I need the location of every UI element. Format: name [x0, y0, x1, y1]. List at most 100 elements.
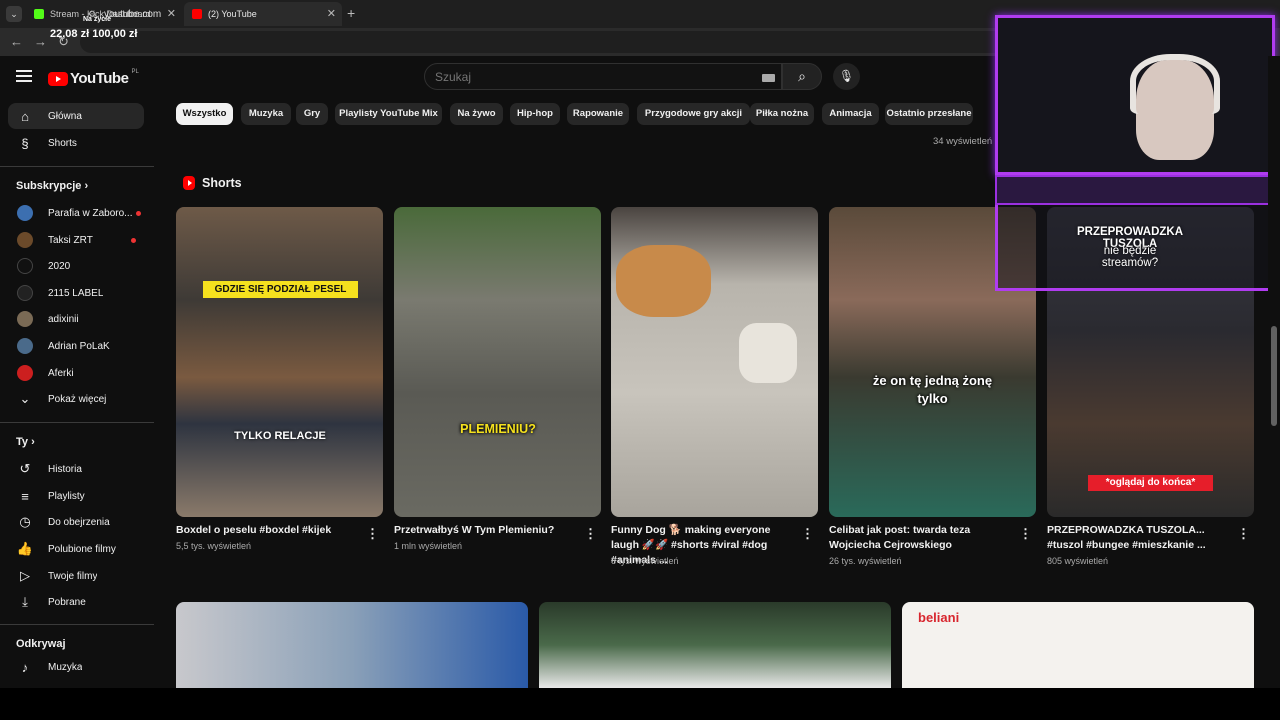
- more-options-icon[interactable]: ⋮: [366, 526, 379, 542]
- sidebar-item-music[interactable]: ♪ Muzyka: [8, 654, 144, 680]
- search-button[interactable]: ⌕: [782, 63, 822, 90]
- chip-recent[interactable]: Ostatnio przesłane: [885, 103, 973, 125]
- chip-hiphop[interactable]: Hip-hop: [510, 103, 560, 125]
- tab-list-menu-button[interactable]: ⌄: [6, 6, 22, 22]
- short-views: 6 tys. wyświetleń: [611, 556, 679, 566]
- home-icon: ⌂: [21, 108, 29, 124]
- back-arrow-icon[interactable]: ←: [10, 34, 23, 49]
- sidebar-item-your-videos[interactable]: ▷ Twoje filmy: [8, 563, 144, 589]
- subscriptions-heading[interactable]: Subskrypcje ›: [16, 180, 88, 192]
- sidebar-item-label: adixinii: [48, 313, 79, 325]
- sidebar-item-downloads[interactable]: ⤓ Pobrane: [8, 589, 144, 615]
- microphone-icon[interactable]: 🎙: [833, 63, 860, 90]
- close-tab-icon[interactable]: ✕: [167, 7, 176, 20]
- chip-rap[interactable]: Rapowanie: [567, 103, 629, 125]
- avatar: [17, 285, 33, 301]
- chevron-right-icon: ›: [84, 180, 89, 192]
- video-views: 34 wyświetleń: [933, 136, 993, 147]
- sidebar-item-home[interactable]: ⌂ Główna: [8, 103, 144, 129]
- sidebar-sub-2115-label[interactable]: 2115 LABEL: [8, 280, 144, 306]
- live-indicator-icon: [136, 210, 142, 216]
- sidebar-sub-adixinii[interactable]: adixinii: [8, 306, 144, 332]
- short-title[interactable]: PRZEPROWADZKA TUSZOLA... #tuszol #bungee…: [1047, 523, 1227, 553]
- chip-all[interactable]: Wszystko: [176, 103, 233, 125]
- sidebar-item-label: Taksi ZRT: [48, 234, 93, 246]
- sidebar-item-label: Playlisty: [48, 490, 85, 502]
- search-input[interactable]: [435, 70, 735, 84]
- chip-football[interactable]: Piłka nożna: [750, 103, 814, 125]
- short-title[interactable]: Celibat jak post: twarda teza Wojciecha …: [829, 523, 1009, 553]
- shorts-logo-icon: [183, 176, 195, 190]
- explore-heading: Odkrywaj: [16, 638, 66, 650]
- divider: [0, 422, 154, 423]
- short-views: 805 wyświetleń: [1047, 556, 1109, 566]
- short-caption: nie będzie streamów?: [1101, 245, 1159, 269]
- thumbs-up-icon: 👍: [16, 541, 34, 556]
- forward-arrow-icon[interactable]: →: [34, 34, 47, 49]
- chip-mix[interactable]: Playlisty YouTube Mix: [335, 103, 442, 125]
- more-options-icon[interactable]: ⋮: [1019, 526, 1032, 542]
- sidebar-item-label: Adrian PoLaK: [48, 340, 110, 352]
- youtube-logo[interactable]: YouTube PL: [48, 68, 139, 87]
- sidebar: ⌂ Główna § Shorts Subskrypcje › Parafia …: [0, 98, 160, 688]
- keyboard-icon[interactable]: [762, 74, 775, 82]
- menu-icon[interactable]: [16, 70, 32, 82]
- short-title[interactable]: Boxdel o peselu #boxdel #kijek: [176, 523, 356, 538]
- page-scrollbar[interactable]: [1268, 56, 1280, 688]
- divider: [0, 624, 154, 625]
- avatar: [17, 205, 33, 221]
- url-text[interactable]: youtube.com: [104, 9, 161, 20]
- sidebar-item-playlists[interactable]: ≡ Playlisty: [8, 483, 144, 509]
- short-views: 1 mln wyświetleń: [394, 541, 463, 551]
- sidebar-item-label: Muzyka: [48, 661, 83, 673]
- avatar: [17, 365, 33, 381]
- chip-games[interactable]: Gry: [296, 103, 328, 125]
- sidebar-item-label: Historia: [48, 463, 82, 475]
- close-tab-icon[interactable]: ✕: [327, 7, 336, 20]
- short-caption: że on tę jedną żonę tylko: [872, 373, 993, 406]
- sidebar-sub-taksi[interactable]: Taksi ZRT: [8, 227, 144, 253]
- divider: [0, 166, 154, 167]
- you-heading[interactable]: Ty ›: [16, 436, 35, 448]
- short-title[interactable]: Przetrwałbyś W Tym Plemieniu?: [394, 523, 574, 538]
- video-thumbnail[interactable]: [176, 602, 528, 688]
- logo-wordmark: YouTube: [70, 70, 129, 87]
- sidebar-sub-adrian-polak[interactable]: Adrian PoLaK: [8, 333, 144, 359]
- music-icon: ♪: [21, 659, 29, 675]
- sidebar-item-label: Parafia w Zaboro...: [48, 207, 133, 219]
- sidebar-item-watch-later[interactable]: ◷ Do obejrzenia: [8, 509, 144, 535]
- avatar: [17, 338, 33, 354]
- more-options-icon[interactable]: ⋮: [1237, 526, 1250, 542]
- chip-animation[interactable]: Animacja: [822, 103, 879, 125]
- kick-favicon-icon: [34, 9, 44, 19]
- sidebar-item-history[interactable]: ↺ Historia: [8, 456, 144, 482]
- logo-region: PL: [131, 68, 139, 75]
- avatar: [17, 232, 33, 248]
- sidebar-item-label: Główna: [48, 110, 82, 122]
- short-views: 26 tys. wyświetleń: [829, 556, 902, 566]
- sidebar-item-liked[interactable]: 👍 Polubione filmy: [8, 536, 144, 562]
- new-tab-button[interactable]: +: [347, 5, 355, 21]
- short-thumbnail[interactable]: PLEMIENIU?: [394, 207, 601, 517]
- short-thumbnail[interactable]: [611, 207, 818, 517]
- video-thumbnail[interactable]: beliani: [902, 602, 1254, 688]
- sidebar-show-more[interactable]: ⌄ Pokaż więcej: [8, 386, 144, 412]
- sidebar-item-label: Aferki: [48, 367, 74, 379]
- short-thumbnail[interactable]: GDZIE SIĘ PODZIAŁ PESEL TYLKO RELACJE: [176, 207, 383, 517]
- video-thumbnail[interactable]: [539, 602, 891, 688]
- chip-adventure[interactable]: Przygodowe gry akcji: [637, 103, 750, 125]
- browser-tab-youtube[interactable]: (2) YouTube ✕: [184, 2, 342, 26]
- sidebar-sub-2020[interactable]: 2020: [8, 253, 144, 279]
- more-options-icon[interactable]: ⋮: [801, 526, 814, 542]
- more-options-icon[interactable]: ⋮: [584, 526, 597, 542]
- sidebar-sub-parafia[interactable]: Parafia w Zaboro...: [8, 200, 144, 226]
- search-box[interactable]: [424, 63, 782, 90]
- sidebar-item-shorts[interactable]: § Shorts: [8, 130, 144, 156]
- playlist-icon: ≡: [21, 488, 29, 504]
- chip-live[interactable]: Na żywo: [450, 103, 503, 125]
- webcam-caption-panel: PRZEPROWADZKA TUSZOLA nie będzie streamó…: [995, 205, 1277, 291]
- chip-music[interactable]: Muzyka: [241, 103, 291, 125]
- dog-shape: [616, 245, 711, 317]
- scrollbar-thumb[interactable]: [1271, 326, 1277, 426]
- sidebar-sub-aferki[interactable]: Aferki: [8, 360, 144, 386]
